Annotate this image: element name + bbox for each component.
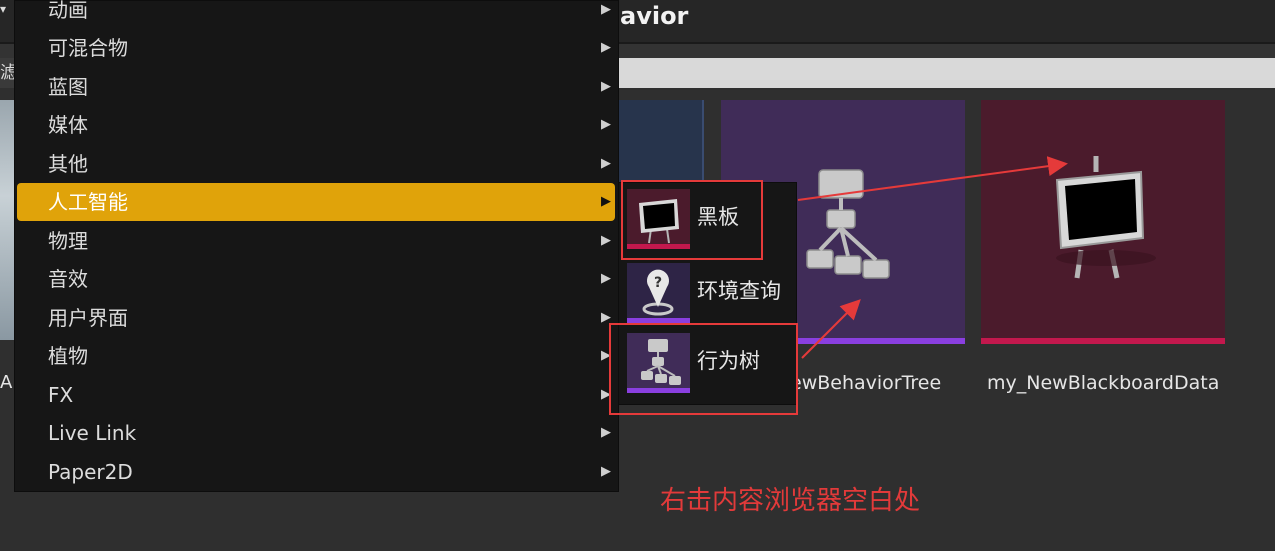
asset-label-left: A: [0, 372, 13, 393]
highlight-box-behavior-tree: [609, 323, 798, 415]
window-title: avior: [620, 2, 689, 30]
chevron-right-icon: ▶: [601, 2, 611, 17]
menu-item-ai[interactable]: 人工智能 ▶: [17, 183, 615, 221]
menu-item-label: 用户界面: [48, 306, 128, 330]
submenu-item-label: 环境查询: [697, 279, 781, 303]
menu-item-fx[interactable]: FX ▶: [17, 376, 615, 414]
annotation-text: 右击内容浏览器空白处: [660, 486, 921, 516]
menu-item-label: 蓝图: [48, 75, 88, 99]
asset-type-stripe: [981, 338, 1225, 344]
highlight-box-blackboard: [621, 180, 763, 260]
chevron-right-icon: ▶: [601, 464, 611, 479]
asset-label-blackboard: my_NewBlackboardData: [987, 372, 1220, 394]
svg-text:?: ?: [654, 275, 662, 291]
chevron-right-icon: ▶: [601, 79, 611, 94]
chevron-right-icon: ▶: [601, 117, 611, 132]
menu-item-live-link[interactable]: Live Link ▶: [17, 414, 615, 452]
chevron-right-icon: ▶: [601, 271, 611, 286]
context-menu: 动画 ▶ 可混合物 ▶ 蓝图 ▶ 媒体 ▶ 其他 ▶ 人工智能 ▶ 物理 ▶ 音…: [14, 0, 619, 492]
menu-item-physics[interactable]: 物理 ▶: [17, 222, 615, 260]
menu-item-label: 人工智能: [48, 190, 128, 214]
chevron-right-icon: ▶: [601, 156, 611, 171]
menu-item-other[interactable]: 其他 ▶: [17, 145, 615, 183]
menu-item-label: 可混合物: [48, 36, 128, 60]
chevron-right-icon: ▶: [601, 40, 611, 55]
menu-item-label: FX: [48, 383, 74, 407]
menu-item-user-interface[interactable]: 用户界面 ▶: [17, 299, 615, 337]
menu-item-label: 其他: [48, 152, 88, 176]
menu-item-animation[interactable]: 动画 ▶: [17, 0, 615, 29]
asset-thumbnail-blackboard[interactable]: [981, 100, 1225, 344]
menu-item-media[interactable]: 媒体 ▶: [17, 106, 615, 144]
menu-item-paper2d[interactable]: Paper2D ▶: [17, 453, 615, 491]
menu-item-blueprint[interactable]: 蓝图 ▶: [17, 68, 615, 106]
menu-item-label: 媒体: [48, 113, 88, 137]
chevron-right-icon: ▶: [601, 425, 611, 440]
menu-item-label: Live Link: [48, 421, 137, 445]
chevron-right-icon: ▶: [601, 233, 611, 248]
chevron-down-icon[interactable]: ▾: [0, 2, 6, 16]
menu-item-label: 植物: [48, 344, 88, 368]
blackboard-icon: [1055, 156, 1156, 279]
chevron-right-icon: ▶: [601, 194, 611, 209]
menu-item-label: 物理: [48, 229, 88, 253]
submenu-item-env-query[interactable]: ? 环境查询: [623, 259, 795, 325]
asset-label-behavior-tree: ewBehaviorTree: [790, 372, 942, 394]
menu-item-sound[interactable]: 音效 ▶: [17, 260, 615, 298]
menu-item-blendables[interactable]: 可混合物 ▶: [17, 29, 615, 67]
menu-item-label: Paper2D: [48, 460, 133, 484]
menu-item-foliage[interactable]: 植物 ▶: [17, 337, 615, 375]
menu-item-label: 动画: [48, 0, 88, 22]
menu-item-label: 音效: [48, 267, 88, 291]
env-query-icon: ?: [627, 263, 690, 323]
